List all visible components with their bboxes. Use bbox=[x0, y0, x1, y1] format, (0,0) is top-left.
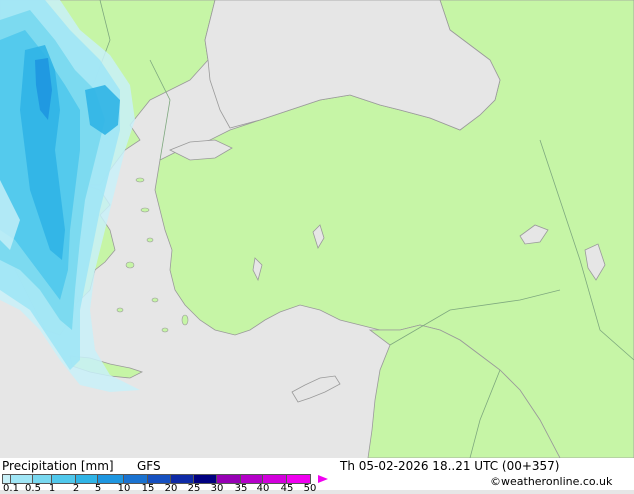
scale-tick-label: 1 bbox=[48, 483, 56, 494]
scale-cell bbox=[193, 474, 218, 484]
scale-cell bbox=[123, 474, 149, 484]
scale-tick-label: 30 bbox=[210, 483, 224, 494]
scale-cell bbox=[32, 474, 53, 484]
legend-footer: Precipitation [mm] GFS Th 05-02-2026 18.… bbox=[0, 458, 634, 494]
legend-title: Precipitation [mm] bbox=[2, 459, 114, 473]
scale-cell bbox=[10, 474, 34, 484]
scale-cell bbox=[240, 474, 264, 484]
model-name: GFS bbox=[137, 459, 161, 473]
scale-tick-label: 2 bbox=[72, 483, 80, 494]
scale-tick-label: 0.5 bbox=[25, 483, 41, 494]
scale-tick-label: 15 bbox=[141, 483, 155, 494]
scale-cell bbox=[216, 474, 242, 484]
scale-cell bbox=[51, 474, 77, 484]
scale-tick-label: 35 bbox=[234, 483, 248, 494]
forecast-datetime: Th 05-02-2026 18..21 UTC (00+357) bbox=[340, 459, 560, 473]
scale-tick-label: 0.1 bbox=[3, 483, 19, 494]
scale-tick-label: 5 bbox=[94, 483, 102, 494]
scale-tick-label: 25 bbox=[187, 483, 201, 494]
scale-arrow bbox=[318, 475, 328, 483]
credit-link[interactable]: ©weatheronline.co.uk bbox=[490, 475, 612, 488]
scale-cell bbox=[75, 474, 99, 484]
precipitation-map: 3 2 6 1 8 4 3 1 6 8 4 1 9 1 1 0 bbox=[0, 0, 634, 458]
scale-tick-label: 20 bbox=[164, 483, 178, 494]
scale-cell bbox=[2, 474, 12, 484]
scale-cell bbox=[262, 474, 288, 484]
scale-tick-label: 45 bbox=[280, 483, 294, 494]
scale-tick-label: 10 bbox=[117, 483, 131, 494]
scale-cell bbox=[147, 474, 172, 484]
scale-cell bbox=[286, 474, 311, 484]
scale-cell bbox=[170, 474, 195, 484]
scale-cell bbox=[97, 474, 125, 484]
scale-tick-label: 50 bbox=[303, 483, 317, 494]
scale-tick-label: 40 bbox=[256, 483, 270, 494]
